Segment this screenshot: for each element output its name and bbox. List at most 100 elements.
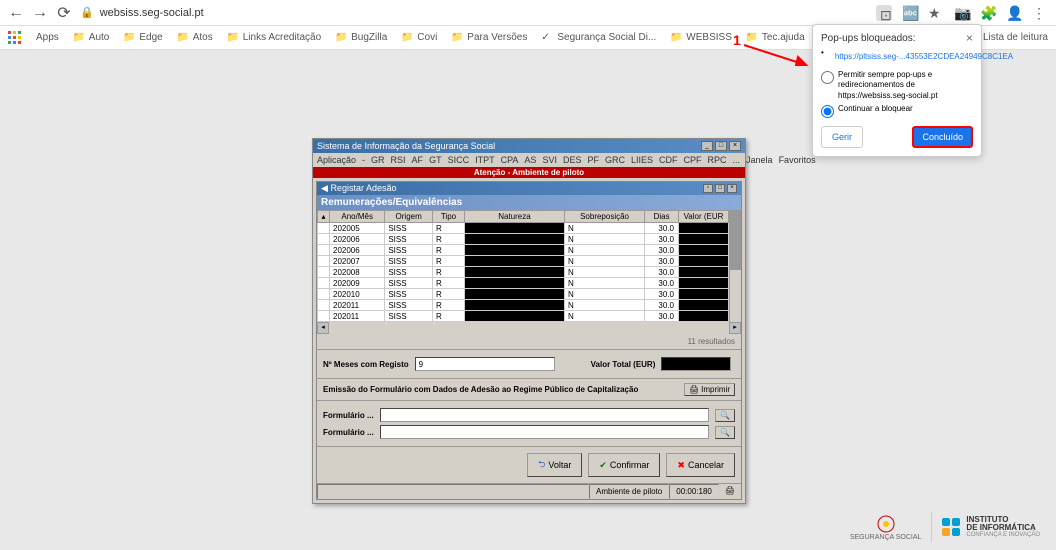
block-radio-input[interactable] bbox=[821, 105, 834, 118]
menu-item[interactable]: GRC bbox=[605, 155, 625, 165]
menu-item[interactable]: CDF bbox=[659, 155, 678, 165]
table-row[interactable]: 202008SISSRN30.0 bbox=[318, 267, 729, 278]
vertical-scrollbar[interactable] bbox=[729, 210, 741, 322]
menu-item[interactable]: CPF bbox=[684, 155, 702, 165]
bookmark-item[interactable]: 📁Covi bbox=[401, 32, 437, 44]
allow-popups-radio[interactable]: Permitir sempre pop-ups e redirecionamen… bbox=[821, 70, 973, 101]
manage-button[interactable]: Gerir bbox=[821, 126, 863, 148]
apps-icon[interactable] bbox=[8, 31, 22, 45]
address-bar[interactable]: 🔒 websiss.seg-social.pt bbox=[80, 6, 868, 19]
menu-item[interactable]: GR bbox=[371, 155, 385, 165]
menu-item[interactable]: Aplicação bbox=[317, 155, 356, 165]
bookmark-star-icon[interactable]: ★ bbox=[928, 5, 944, 21]
block-popups-radio[interactable]: Continuar a bloquear bbox=[821, 104, 973, 118]
horizontal-scrollbar[interactable]: ◂ ▸ bbox=[317, 322, 741, 334]
status-bar: Ambiente de piloto 00:00:180 🖨 bbox=[317, 483, 741, 499]
menu-item[interactable]: Janela bbox=[746, 155, 773, 165]
menu-item[interactable]: CPA bbox=[501, 155, 519, 165]
bookmark-item[interactable]: 📁Links Acreditação bbox=[227, 32, 321, 44]
menu-item[interactable]: AS bbox=[524, 155, 536, 165]
formulario-label: Formulário ... bbox=[323, 428, 374, 437]
menu-item[interactable]: DES bbox=[563, 155, 582, 165]
col-header[interactable]: Tipo bbox=[433, 211, 465, 223]
imprimir-button[interactable]: 🖨Imprimir bbox=[684, 383, 735, 396]
reload-button[interactable]: ⟳ bbox=[56, 5, 72, 21]
table-row[interactable]: 202011SISSRN30.0 bbox=[318, 311, 729, 322]
popup-blocked-icon[interactable]: ⊡ bbox=[876, 5, 892, 21]
bookmark-item[interactable]: 📁WEBSISS bbox=[670, 32, 732, 44]
table-row[interactable]: 202011SISSRN30.0 bbox=[318, 300, 729, 311]
menu-item[interactable]: AF bbox=[412, 155, 424, 165]
bookmark-item[interactable]: 📁Para Versões bbox=[451, 32, 527, 44]
app-window: Sistema de Informação da Segurança Socia… bbox=[312, 138, 746, 504]
footer-logos: SEGURANÇA SOCIAL INSTITUTO DE INFORMÁTIC… bbox=[850, 512, 1040, 542]
scroll-right-icon[interactable]: ▸ bbox=[729, 322, 741, 334]
puzzle-icon[interactable]: 🧩 bbox=[980, 5, 996, 21]
cancelar-button[interactable]: ✖Cancelar bbox=[666, 453, 735, 477]
col-header[interactable]: Valor (EUR bbox=[679, 211, 729, 223]
formulario-input-1[interactable] bbox=[380, 408, 709, 422]
voltar-button[interactable]: ⮌Voltar bbox=[527, 453, 582, 477]
bookmark-item[interactable]: 📁BugZilla bbox=[335, 32, 387, 44]
search-formulario-1[interactable]: 🔍 bbox=[715, 409, 735, 422]
menu-more[interactable]: ... bbox=[733, 155, 741, 165]
col-header[interactable]: Sobreposição bbox=[564, 211, 644, 223]
back-arrow-icon: ⮌ bbox=[538, 457, 545, 473]
bookmark-item[interactable]: 📁Edge bbox=[123, 32, 162, 44]
search-formulario-2[interactable]: 🔍 bbox=[715, 426, 735, 439]
annotation-arrow bbox=[734, 35, 814, 70]
blocked-url-link[interactable]: https://pltsiss.seg-...43553E2CDEA24949C… bbox=[835, 52, 1013, 61]
valor-total-input[interactable] bbox=[661, 357, 731, 371]
bookmark-item[interactable]: 📁Atos bbox=[177, 32, 213, 44]
meses-input[interactable] bbox=[415, 357, 555, 371]
table-row[interactable]: 202010SISSRN30.0 bbox=[318, 289, 729, 300]
table-row[interactable]: 202005SISSRN30.0 bbox=[318, 223, 729, 234]
sub-max-icon[interactable]: □ bbox=[715, 184, 725, 193]
back-button[interactable]: ← bbox=[8, 5, 24, 21]
menu-item[interactable]: SVI bbox=[542, 155, 557, 165]
bookmark-item[interactable]: 📁Auto bbox=[73, 32, 110, 44]
table-row[interactable]: 202007SISSRN30.0 bbox=[318, 256, 729, 267]
menu-icon[interactable]: ⋮ bbox=[1032, 5, 1048, 21]
bookmark-apps[interactable]: Apps bbox=[36, 32, 59, 43]
confirmar-button[interactable]: ✔Confirmar bbox=[588, 453, 660, 477]
menu-item[interactable]: PF bbox=[587, 155, 599, 165]
profile-icon[interactable]: 👤 bbox=[1006, 5, 1022, 21]
col-header[interactable]: Ano/Mês bbox=[330, 211, 385, 223]
sub-arrow-icon: ◀ bbox=[321, 183, 328, 193]
status-printer-icon[interactable]: 🖨 bbox=[719, 484, 741, 499]
col-checkbox: ▴ bbox=[318, 211, 330, 223]
menu-item[interactable]: Favoritos bbox=[779, 155, 816, 165]
browser-actions: ⊡ 🔤 ★ 📷 🧩 👤 ⋮ bbox=[876, 5, 1048, 21]
translate-icon[interactable]: 🔤 bbox=[902, 5, 918, 21]
col-header[interactable]: Natureza bbox=[464, 211, 564, 223]
menu-item[interactable]: SICC bbox=[448, 155, 470, 165]
col-header[interactable]: Dias bbox=[645, 211, 679, 223]
table-row[interactable]: 202009SISSRN30.0 bbox=[318, 278, 729, 289]
sub-close-icon[interactable]: × bbox=[727, 184, 737, 193]
close-window-icon[interactable]: × bbox=[729, 141, 741, 151]
formulario-input-2[interactable] bbox=[380, 425, 709, 439]
table-row[interactable]: 202006SISSRN30.0 bbox=[318, 234, 729, 245]
menu-item[interactable]: RSI bbox=[391, 155, 406, 165]
camera-icon[interactable]: 📷 bbox=[954, 5, 970, 21]
close-icon[interactable]: × bbox=[966, 31, 973, 45]
menu-item[interactable]: ITPT bbox=[475, 155, 495, 165]
col-header[interactable]: Origem bbox=[385, 211, 433, 223]
menu-item[interactable]: RPC bbox=[708, 155, 727, 165]
sub-min-icon[interactable]: ▫ bbox=[703, 184, 713, 193]
maximize-icon[interactable]: □ bbox=[715, 141, 727, 151]
bookmark-item[interactable]: ✓Segurança Social Di... bbox=[541, 32, 656, 44]
scrollbar-thumb[interactable] bbox=[730, 210, 741, 270]
menu-sep: - bbox=[362, 155, 365, 165]
table-row[interactable]: 202006SISSRN30.0 bbox=[318, 245, 729, 256]
allow-radio-input[interactable] bbox=[821, 71, 834, 84]
scroll-left-icon[interactable]: ◂ bbox=[317, 322, 329, 334]
done-button[interactable]: Concluído bbox=[912, 126, 973, 148]
minimize-icon[interactable]: _ bbox=[701, 141, 713, 151]
formulario-panel: Formulário ... 🔍 Formulário ... 🔍 bbox=[317, 400, 741, 446]
menu-item[interactable]: GT bbox=[429, 155, 442, 165]
sub-window: ◀ Registar Adesão ▫ □ × Remunerações/Equ… bbox=[316, 181, 742, 500]
menu-item[interactable]: LIIES bbox=[631, 155, 653, 165]
forward-button[interactable]: → bbox=[32, 5, 48, 21]
